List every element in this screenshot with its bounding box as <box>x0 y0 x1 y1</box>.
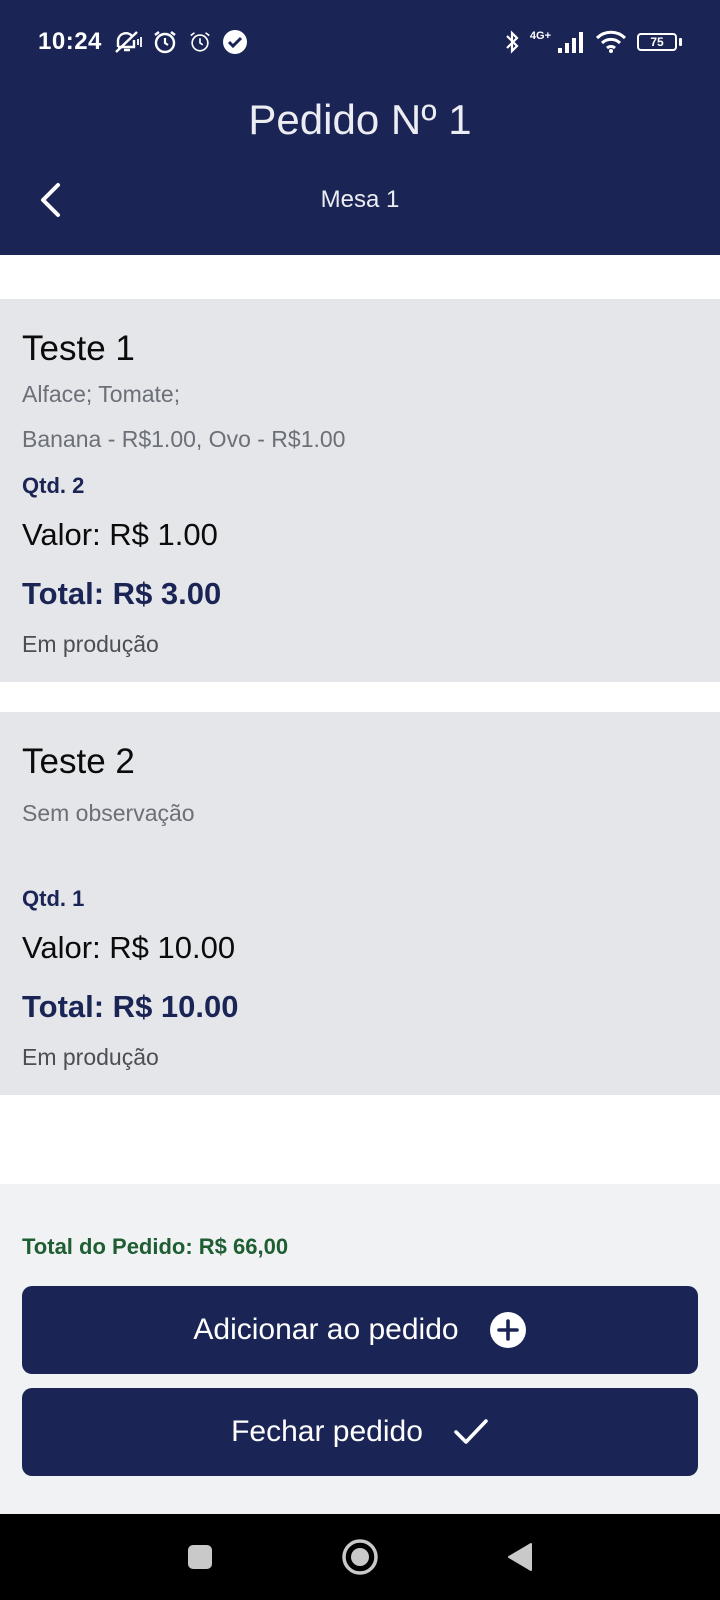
close-order-label: Fechar pedido <box>231 1415 423 1448</box>
order-item-card[interactable]: Teste 2 Sem observação Qtd. 1 Valor: R$ … <box>0 712 720 1095</box>
square-icon <box>188 1545 212 1569</box>
item-quantity: Qtd. 1 <box>22 886 85 911</box>
wifi-icon <box>595 30 627 54</box>
signal-icon <box>557 30 585 54</box>
item-quantity: Qtd. 2 <box>22 473 85 498</box>
item-total: Total: R$ 3.00 <box>22 576 222 611</box>
mute-icon <box>112 29 142 55</box>
item-unit-value: Valor: R$ 10.00 <box>22 930 236 965</box>
item-name: Teste 1 <box>22 329 135 368</box>
order-total: Total do Pedido: R$ 66,00 <box>22 1234 289 1259</box>
system-nav-bar <box>0 1514 720 1600</box>
status-right: 4G+ 75 <box>504 29 682 55</box>
status-time: 10:24 <box>38 28 102 55</box>
order-item-card[interactable]: Teste 1 Alface; Tomate; Banana - R$1.00,… <box>0 299 720 682</box>
check-circle-icon <box>222 29 248 55</box>
home-button[interactable] <box>340 1537 380 1577</box>
recents-button[interactable] <box>180 1537 220 1577</box>
item-status: Em produção <box>22 1044 159 1070</box>
item-observation: Alface; Tomate; <box>22 381 181 407</box>
plus-circle-icon <box>489 1312 526 1348</box>
battery-icon: 75 <box>637 33 682 51</box>
item-total: Total: R$ 10.00 <box>22 989 239 1024</box>
item-observation: Sem observação <box>22 800 195 826</box>
item-name: Teste 2 <box>22 742 135 781</box>
battery-level: 75 <box>637 33 677 51</box>
item-extras: Banana - R$1.00, Ovo - R$1.00 <box>22 426 346 452</box>
close-order-button[interactable]: Fechar pedido <box>22 1388 698 1476</box>
app-header: 10:24 4G+ 75 Pedido Nº 1 Mesa 1 <box>0 0 720 255</box>
network-label: 4G+ <box>529 30 551 42</box>
battery-tip <box>679 38 682 46</box>
alarm-icon <box>188 30 212 54</box>
back-nav-button[interactable] <box>500 1537 540 1577</box>
add-to-order-label: Adicionar ao pedido <box>193 1313 459 1346</box>
triangle-back-icon <box>508 1543 532 1571</box>
order-footer: Total do Pedido: R$ 66,00 Adicionar ao p… <box>0 1184 720 1514</box>
table-label: Mesa 1 <box>320 186 400 213</box>
screen: 10:24 4G+ 75 Pedido Nº 1 Mesa 1 Teste 1 … <box>0 0 720 1600</box>
home-circle-icon <box>342 1539 378 1575</box>
alarm-icon <box>152 29 178 55</box>
add-to-order-button[interactable]: Adicionar ao pedido <box>22 1286 698 1374</box>
item-status: Em produção <box>22 631 159 657</box>
status-bar: 10:24 4G+ 75 <box>0 0 720 84</box>
bluetooth-icon <box>504 29 520 55</box>
item-unit-value: Valor: R$ 1.00 <box>22 517 218 552</box>
check-icon <box>454 1419 488 1444</box>
status-left: 10:24 <box>38 28 248 56</box>
page-title: Pedido Nº 1 <box>248 96 472 143</box>
